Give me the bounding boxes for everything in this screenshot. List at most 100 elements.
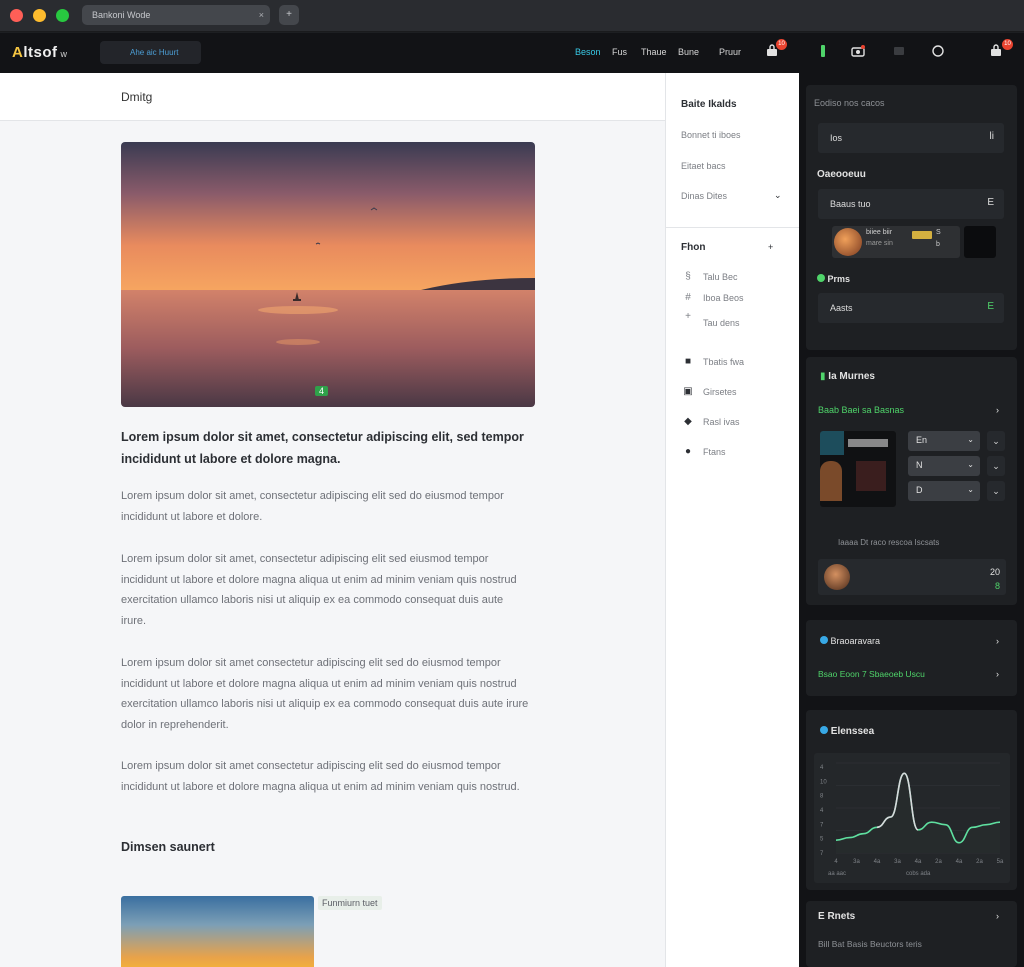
field-3-end: E: [987, 301, 994, 312]
chart-y-tick-label: 5: [820, 837, 824, 843]
nav-item-1[interactable]: Beson: [575, 47, 601, 57]
select-2[interactable]: N ⌄: [908, 456, 980, 476]
side-item-2[interactable]: Iboa Beos: [703, 293, 744, 303]
ring-icon[interactable]: [930, 44, 946, 60]
side-link-2[interactable]: Eitaet bacs: [681, 161, 726, 171]
field-1[interactable]: Ios li: [818, 123, 1004, 153]
hero-image[interactable]: 4: [121, 142, 535, 407]
article-header-title: Dmitg: [121, 90, 153, 104]
article-subheading: Dimsen saunert: [121, 840, 215, 854]
settings-sub-chevron-icon[interactable]: ›: [996, 669, 999, 679]
field-2-value: Baaus tuo: [830, 199, 871, 209]
side-item-3[interactable]: Tau dens: [703, 318, 740, 328]
tasks-chevron-icon[interactable]: ›: [996, 911, 999, 921]
chart-x-tick-label: 4a: [874, 859, 881, 865]
close-window-button[interactable]: [10, 9, 23, 22]
select-2-toggle[interactable]: ⌄: [987, 456, 1005, 476]
field-1-value: Ios: [830, 133, 843, 143]
article-header: Dmitg: [0, 73, 665, 121]
select-3-value: D: [916, 485, 923, 495]
image-marker: 4: [315, 386, 329, 396]
media-progress[interactable]: [912, 231, 932, 239]
tasks-title: E Rnets: [818, 911, 856, 922]
settings-chevron-icon[interactable]: ›: [996, 636, 999, 646]
divider: [666, 227, 800, 228]
side-item-6[interactable]: Rasl ivas: [703, 417, 740, 427]
article-lead: Lorem ipsum dolor sit amet, consectetur …: [121, 430, 524, 466]
chart-x-tick-label: 4a: [956, 859, 963, 865]
chart-y-tick-label: 7: [820, 851, 824, 857]
side-item-4[interactable]: Tbatis fwa: [703, 357, 744, 367]
automations-footer-text: Iaaaa Dt raco rescoa Iscsats: [838, 538, 940, 547]
right-panel: Eodiso nos cacos Ios li Oaeooeuu Baaus t…: [799, 73, 1024, 967]
image-tile-3: [848, 439, 888, 447]
browser-tab[interactable]: Bankoni Wode ×: [82, 5, 270, 25]
section-icon: §: [685, 271, 691, 282]
field-2[interactable]: Baaus tuo E: [818, 189, 1004, 219]
nav-item-3[interactable]: Thaue: [641, 47, 667, 57]
settings-dot: [820, 636, 828, 644]
chart-y-tick-label: 4: [820, 808, 824, 814]
nav-item-2[interactable]: Fus: [612, 47, 627, 57]
side-link-3[interactable]: Dinas Dites: [681, 191, 727, 201]
search-label: Ahe aic Huurt: [130, 48, 179, 57]
tab-close-icon[interactable]: ×: [259, 5, 264, 25]
nav-item-5[interactable]: Pruur: [719, 47, 741, 57]
result-value: 20: [989, 567, 1000, 577]
grid-icon: ▣: [683, 386, 693, 397]
chart-title-row: Elenssea: [820, 726, 874, 737]
chart-footer-left: aa aac: [828, 871, 846, 877]
automations-link[interactable]: Baab Baei sa Basnas: [818, 405, 904, 415]
select-3-toggle[interactable]: ⌄: [987, 481, 1005, 501]
media-subtitle: mare sin: [866, 240, 893, 247]
bar-icon[interactable]: [815, 44, 831, 60]
chart-dot: [820, 726, 828, 734]
cart-icon[interactable]: [891, 44, 907, 60]
select-3[interactable]: D ⌄: [908, 481, 980, 501]
tab-title: Bankoni Wode: [92, 10, 151, 20]
settings-title[interactable]: Braoaravara: [831, 636, 881, 646]
side-column: Baite Ikalds Bonnet ti iboes Eitaet bacs…: [665, 73, 800, 967]
window-titlebar: Bankoni Wode × +: [0, 0, 1024, 32]
chart-card: Elenssea 4 10 8 4 7 5 7 4 3a 4a 3a 4a 2a 4a 2a 5a aa aac…: [806, 710, 1017, 890]
image-caption: Funmiurn tuet: [318, 896, 382, 910]
minimize-window-button[interactable]: [33, 9, 46, 22]
automation-image[interactable]: [820, 431, 896, 507]
chart-x-tick-label: 3a: [894, 859, 901, 865]
maximize-window-button[interactable]: [56, 9, 69, 22]
field-3[interactable]: Aasts E: [818, 293, 1004, 323]
select-1-value: En: [916, 435, 928, 445]
nav-item-4[interactable]: Bune: [678, 47, 699, 57]
side-item-7[interactable]: Ftans: [703, 447, 726, 457]
add-icon[interactable]: +: [768, 242, 773, 252]
side-item-1[interactable]: Talu Bec: [703, 272, 738, 282]
chart-y-tick-label: 8: [820, 794, 824, 800]
side-item-5[interactable]: Girsetes: [703, 387, 737, 397]
chart-y-tick-label: 10: [820, 779, 827, 785]
side-link-1[interactable]: Bonnet ti iboes: [681, 130, 741, 140]
plus-icon: +: [685, 311, 691, 322]
app-logo[interactable]: Altsof w: [12, 44, 68, 61]
chart-card-title: Elenssea: [830, 726, 875, 737]
chevron-right-icon[interactable]: ›: [996, 405, 999, 415]
chevron-down-icon[interactable]: ⌄: [774, 190, 782, 201]
media-thumb[interactable]: [964, 226, 996, 258]
result-mark: 8: [994, 581, 1000, 591]
paragraph-3: Lorem ipsum dolor sit amet consectetur a…: [121, 657, 529, 731]
media-player[interactable]: biiee biir mare sin S b: [832, 226, 960, 258]
new-tab-button[interactable]: +: [279, 5, 299, 25]
media-avatar: [834, 228, 862, 256]
select-1-toggle[interactable]: ⌄: [987, 431, 1005, 451]
chart-container: 4 10 8 4 7 5 7 4 3a 4a 3a 4a 2a 4a 2a 5a aa aac cobs ada: [814, 753, 1010, 883]
select-1[interactable]: En ⌄: [908, 431, 980, 451]
image-tile-1: [820, 431, 844, 455]
square-icon: ■: [684, 356, 692, 367]
search-box[interactable]: Ahe aic Huurt: [100, 41, 201, 64]
paragraph-4: Lorem ipsum dolor sit amet consectetur a…: [121, 760, 520, 793]
automation-result[interactable]: 20 8: [818, 559, 1006, 595]
automation-icon: ▮: [820, 371, 826, 382]
secondary-image[interactable]: [121, 896, 314, 967]
settings-sub[interactable]: Bsao Eoon 7 Sbaeoeb Uscu: [818, 669, 925, 679]
camera-icon[interactable]: [850, 44, 866, 60]
side-section-2-title: Fhon: [681, 242, 706, 253]
